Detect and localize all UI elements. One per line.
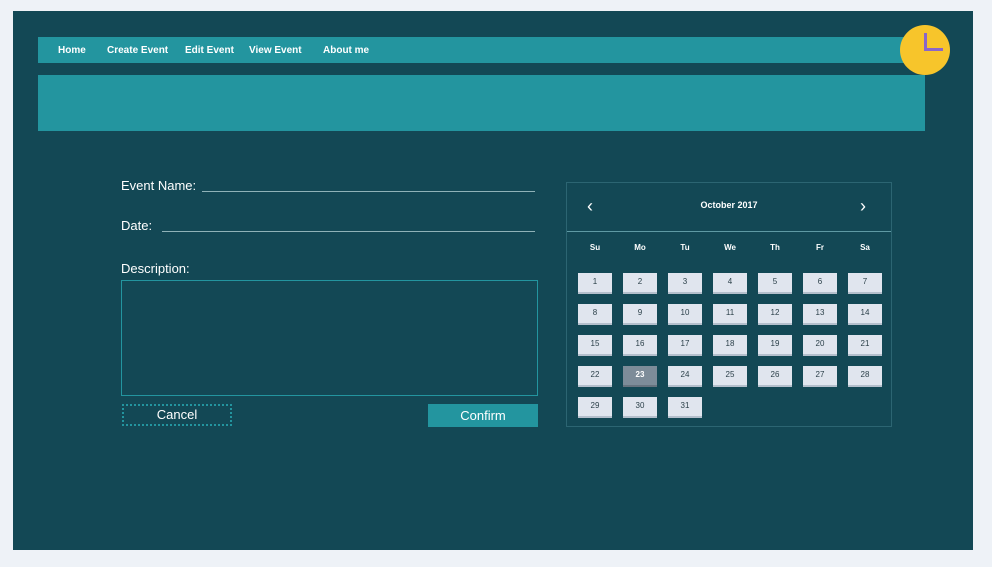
calendar-day[interactable]: 18	[713, 335, 747, 356]
calendar-day[interactable]: 1	[578, 273, 612, 294]
calendar-header: ‹ October 2017 ›	[567, 183, 891, 232]
top-nav-bar: Home Create Event Edit Event View Event …	[38, 37, 925, 63]
calendar-day[interactable]: 2	[623, 273, 657, 294]
chevron-right-icon[interactable]: ›	[860, 195, 866, 217]
calendar-day[interactable]: 28	[848, 366, 882, 387]
weekday-header: Fr	[816, 243, 824, 252]
event-name-label: Event Name:	[121, 178, 197, 193]
calendar-day[interactable]: 17	[668, 335, 702, 356]
calendar-day[interactable]: 9	[623, 304, 657, 325]
calendar-day[interactable]: 15	[578, 335, 612, 356]
calendar-day[interactable]: 3	[668, 273, 702, 294]
weekday-header: Sa	[860, 243, 870, 252]
nav-item-home[interactable]: Home	[58, 45, 86, 56]
calendar-day[interactable]: 5	[758, 273, 792, 294]
calendar-day[interactable]: 24	[668, 366, 702, 387]
weekday-header: Tu	[680, 243, 690, 252]
weekday-header: Mo	[634, 243, 646, 252]
calendar-day[interactable]: 27	[803, 366, 837, 387]
clock-icon[interactable]	[900, 25, 950, 75]
clock-minute-hand	[924, 48, 943, 51]
calendar-day[interactable]: 19	[758, 335, 792, 356]
weekday-header: We	[724, 243, 736, 252]
calendar-day[interactable]: 20	[803, 335, 837, 356]
calendar-day[interactable]: 10	[668, 304, 702, 325]
calendar-day[interactable]: 4	[713, 273, 747, 294]
weekday-header: Su	[589, 243, 601, 252]
calendar-day[interactable]: 30	[623, 397, 657, 418]
calendar-day[interactable]: 13	[803, 304, 837, 325]
weekday-header: Th	[770, 243, 780, 252]
calendar-day[interactable]: 8	[578, 304, 612, 325]
calendar-day[interactable]: 31	[668, 397, 702, 418]
calendar-day[interactable]: 12	[758, 304, 792, 325]
date-label: Date:	[121, 218, 153, 233]
header-banner	[38, 75, 925, 131]
event-name-field[interactable]	[202, 191, 535, 192]
calendar-day[interactable]: 7	[848, 273, 882, 294]
description-label: Description:	[121, 261, 190, 276]
calendar-day[interactable]: 22	[578, 366, 612, 387]
date-picker-calendar: ‹ October 2017 › Su Mo Tu We Th Fr Sa 1 2 3 4 5 6 7 8 9…	[566, 182, 892, 427]
calendar-day[interactable]: 11	[713, 304, 747, 325]
description-textarea[interactable]	[121, 280, 538, 396]
calendar-day[interactable]: 26	[758, 366, 792, 387]
calendar-day-selected[interactable]: 23	[623, 366, 657, 387]
cancel-button[interactable]: Cancel	[122, 404, 232, 426]
calendar-month-title: October 2017	[700, 200, 758, 210]
calendar-day[interactable]: 25	[713, 366, 747, 387]
calendar-day[interactable]: 29	[578, 397, 612, 418]
calendar-day[interactable]: 16	[623, 335, 657, 356]
nav-item-about-me[interactable]: About me	[323, 45, 369, 56]
nav-item-edit-event[interactable]: Edit Event	[185, 45, 234, 56]
date-field[interactable]	[162, 231, 535, 232]
calendar-day[interactable]: 21	[848, 335, 882, 356]
calendar-day[interactable]: 14	[848, 304, 882, 325]
nav-item-view-event[interactable]: View Event	[249, 45, 302, 56]
nav-item-create-event[interactable]: Create Event	[107, 45, 168, 56]
calendar-day[interactable]: 6	[803, 273, 837, 294]
app-window: Home Create Event Edit Event View Event …	[13, 11, 973, 550]
confirm-button[interactable]: Confirm	[428, 404, 538, 427]
